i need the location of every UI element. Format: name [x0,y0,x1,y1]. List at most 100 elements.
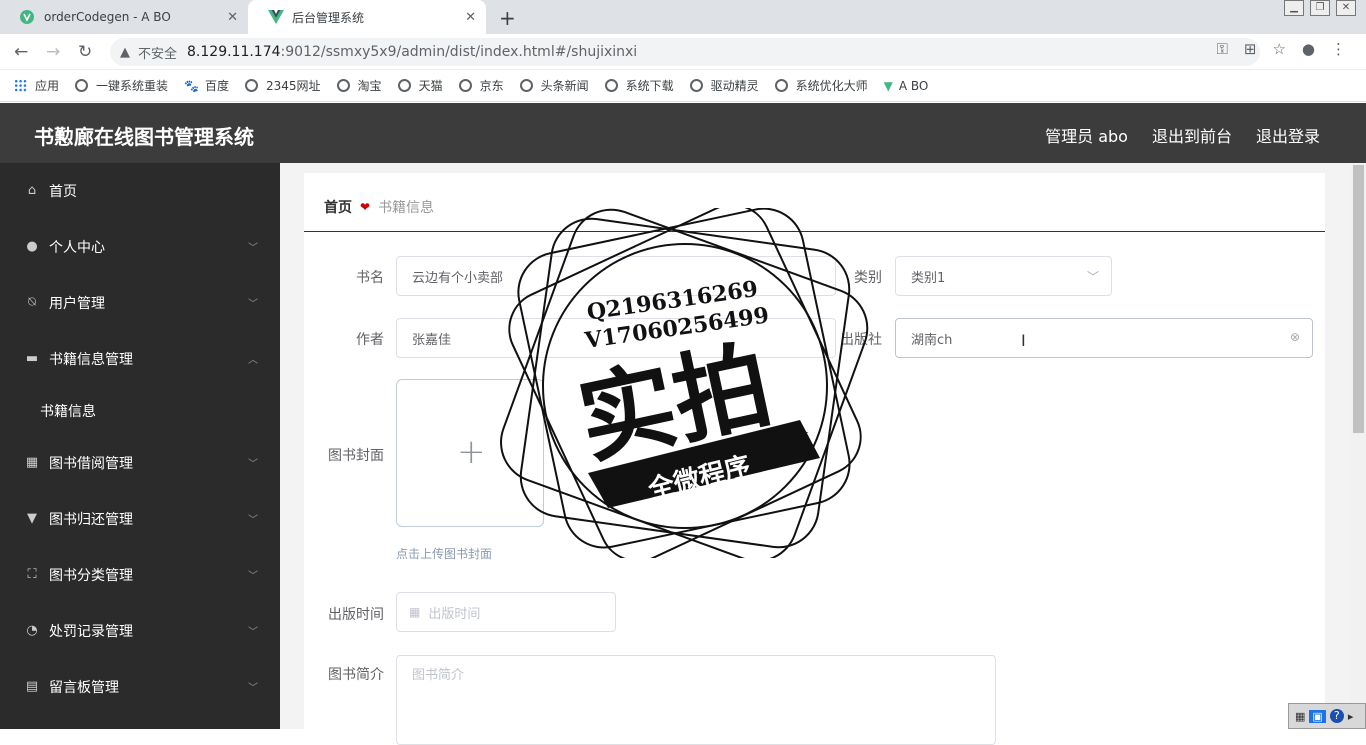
book-name-label: 书名 [356,270,384,286]
ime-icon[interactable]: ▣ [1309,709,1326,723]
browser-tab-admin[interactable]: 后台管理系统 ✕ [248,0,486,34]
star-icon: ★ [594,473,614,498]
star-icon[interactable]: ☆ [1272,40,1285,58]
calendar-icon: ▦ [409,605,421,619]
tab-title: orderCodegen - A BO [44,10,171,24]
bookmark-item[interactable]: 2345网址 [245,77,321,94]
url-field[interactable]: ▲ 不安全 8.129.11.174:9012/ssmxy5x9/admin/d… [110,38,1260,66]
book-name-value: 云边有个小卖部 [412,270,504,286]
close-tab-icon[interactable]: ✕ [465,10,476,25]
menu-kebab-icon[interactable]: ⋮ [1331,40,1346,58]
new-tab-icon[interactable]: + [499,6,516,30]
home-icon: ⌂ [27,183,37,198]
intro-label: 图书简介 [328,667,384,683]
sidebar-item-home[interactable]: ⌂ 首页 [0,163,280,219]
chevron-down-icon: ﹀ [248,515,258,526]
bookmark-apps[interactable]: 应用 [14,77,59,94]
intro-placeholder: 图书简介 [412,668,465,683]
sidebar-item-penalty-management[interactable]: ◔ 处罚记录管理 ﹀ [0,603,280,659]
sidebar-item-book-info-management[interactable]: ▬ 书籍信息管理 ︿ [0,331,280,387]
sidebar-item-label: 留言板管理 [49,680,119,696]
bookmark-item[interactable]: 一键系统重装 [75,77,168,94]
sidebar-item-category-management[interactable]: ⛶ 图书分类管理 ﹀ [0,547,280,603]
cover-label: 图书封面 [328,448,384,464]
page-scrollbar[interactable] [1351,163,1366,729]
translate-icon[interactable]: ⊞ [1244,40,1257,58]
sidebar-item-label: 首页 [49,184,77,200]
sidebar-item-message-board-management[interactable]: ▤ 留言板管理 ﹀ [0,659,280,715]
sidebar-item-label: 处罚记录管理 [49,624,133,640]
profile-avatar-icon[interactable]: ● [1302,40,1315,58]
minimize-icon[interactable]: ▁ [1284,0,1304,16]
star-icon: ★ [790,423,810,448]
maximize-icon[interactable]: ❐ [1310,0,1330,16]
reload-icon[interactable]: ↻ [78,42,92,62]
bookmarks-bar: 应用 一键系统重装 🐾 百度 2345网址 淘宝 天猫 京东 头条新闻 系统下载 … [0,70,1366,102]
admin-user-label[interactable]: 管理员 abo [1045,123,1128,147]
system-tray: ▦ ▣ ? ▸ [1288,703,1366,729]
sidebar-subitem-book-info[interactable]: 书籍信息 [0,387,280,435]
close-tab-icon[interactable]: ✕ [227,10,238,25]
intro-textarea[interactable]: 图书简介 [396,655,996,745]
scrollbar-thumb[interactable] [1353,165,1364,433]
help-icon[interactable]: ? [1329,709,1344,723]
browser-tab-ordercodegen[interactable]: orderCodegen - A BO ✕ [0,0,248,34]
chevron-down-icon: ﹀ [1086,270,1099,284]
globe-icon [689,79,703,92]
bookmark-item[interactable]: 系统优化大师 [774,77,868,94]
sidebar-item-label: 图书借阅管理 [49,456,133,472]
heart-icon: ❤ [360,200,371,214]
baidu-paw-icon: 🐾 [184,78,199,93]
pub-date-label: 出版时间 [328,607,384,623]
chevron-down-icon: ﹀ [248,627,258,638]
tray-arrow-icon[interactable]: ▸ [1348,710,1354,723]
bookmark-item[interactable]: 系统下载 [604,77,674,94]
sidebar-item-user-management[interactable]: ⍉ 用户管理 ﹀ [0,275,280,331]
sidebar-item-return-management[interactable]: ▼ 图书归还管理 ﹀ [0,491,280,547]
keyboard-icon[interactable]: ▦ [1295,710,1305,723]
url-host: 8.129.11.174 [187,44,281,60]
forward-icon[interactable]: → [46,42,60,62]
bookmark-item[interactable]: 天猫 [397,77,443,94]
breadcrumb: 首页 ❤ 书籍信息 [324,197,434,217]
plus-icon: + [457,432,486,472]
chevron-down-icon: ﹀ [248,243,258,254]
bookmark-item[interactable]: 京东 [458,77,504,94]
logout-link[interactable]: 退出登录 [1256,123,1320,147]
window-controls: ▁ ❐ ✕ [1284,0,1356,16]
sidebar-item-borrow-management[interactable]: ▦ 图书借阅管理 ﹀ [0,435,280,491]
app-header: 书懃廊在线图书管理系统 管理员 abo 退出到前台 退出登录 [0,103,1366,163]
category-select[interactable]: 类别1 ﹀ [895,256,1112,296]
bookmark-item[interactable]: ▼ A BO [884,79,929,93]
sidebar-item-label: 图书分类管理 [49,568,133,584]
exit-to-frontend-link[interactable]: 退出到前台 [1152,123,1232,147]
bookmark-item[interactable]: 驱动精灵 [689,77,759,94]
cover-upload-hint: 点击上传图书封面 [396,547,493,561]
globe-icon [75,79,89,92]
author-label: 作者 [356,332,384,348]
vue-logo-icon [268,10,284,24]
text-cursor-icon: I [1021,331,1026,350]
sidebar-item-personal-center[interactable]: ● 个人中心 ﹀ [0,219,280,275]
tab-title: 后台管理系统 [292,10,365,25]
pub-date-picker[interactable]: ▦ 出版时间 [396,592,616,632]
bookmark-item[interactable]: 🐾 百度 [184,77,229,94]
fullscreen-icon: ⛶ [27,567,37,582]
publisher-input[interactable]: 湖南ch ⊗ [895,318,1313,358]
back-icon[interactable]: ← [14,42,28,62]
key-icon[interactable]: ⚿ [1216,40,1227,58]
compass-icon: ◔ [26,623,38,638]
user-icon: ● [26,239,38,254]
sidebar-item-label: 个人中心 [49,240,105,256]
warning-icon: ▲ [120,44,130,60]
bookmark-item[interactable]: 头条新闻 [519,77,589,94]
chevron-down-icon: ﹀ [248,299,258,310]
bookmark-item[interactable]: 淘宝 [336,77,382,94]
clear-circle-icon[interactable]: ⊗ [1290,330,1300,344]
sidebar-item-label: 图书归还管理 [49,512,133,528]
close-window-icon[interactable]: ✕ [1336,0,1356,16]
header-nav: 管理员 abo 退出到前台 退出登录 [1045,123,1320,147]
bell-off-icon: ⍉ [28,295,36,310]
breadcrumb-home[interactable]: 首页 [324,197,352,217]
browser-tab-bar: orderCodegen - A BO ✕ 后台管理系统 ✕ + ▁ ❐ ✕ [0,0,1366,34]
